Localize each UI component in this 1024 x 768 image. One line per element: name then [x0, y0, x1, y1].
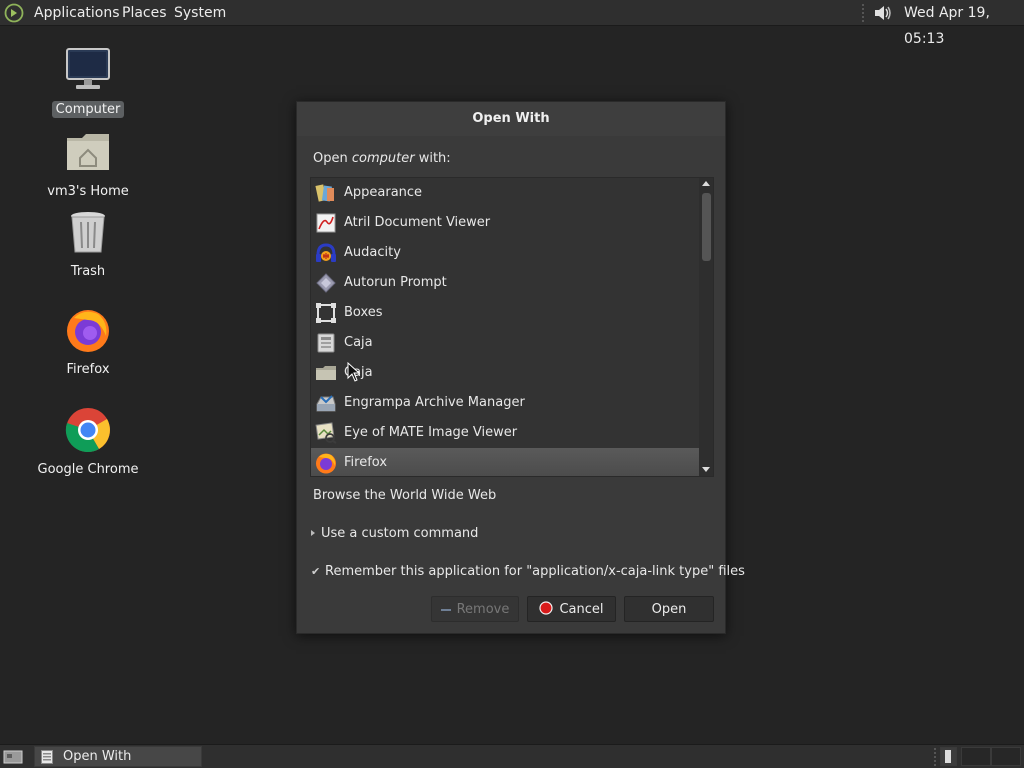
app-name: Eye of MATE Image Viewer: [344, 425, 518, 440]
volume-icon[interactable]: [872, 3, 894, 23]
custom-command-label: Use a custom command: [321, 526, 479, 541]
top-panel: Applications Places System Wed Apr 19, 0…: [0, 0, 1024, 47]
show-desktop-icon[interactable]: [3, 748, 23, 765]
app-name: Caja: [344, 335, 373, 350]
desktop-icon-computer[interactable]: Computer: [33, 46, 143, 118]
panel-separator: [862, 4, 864, 22]
remove-label: Remove: [456, 602, 510, 617]
clock[interactable]: Wed Apr 19, 05:13: [904, 0, 1024, 47]
workspace-2[interactable]: [961, 747, 991, 766]
app-row-autorun[interactable]: Autorun Prompt: [311, 268, 699, 298]
system-menu[interactable]: System: [174, 0, 226, 26]
app-name: Firefox: [344, 455, 388, 470]
places-menu[interactable]: Places: [122, 0, 167, 26]
custom-command-expander[interactable]: Use a custom command: [311, 526, 478, 541]
app-name: Engrampa Archive Manager: [344, 395, 525, 410]
workspace-3[interactable]: [991, 747, 1021, 766]
autorun-icon: [316, 273, 336, 293]
firefox-icon: [67, 310, 109, 352]
taskbar-item-open-with[interactable]: Open With: [34, 746, 202, 767]
desktop-icon-label: vm3's Home: [47, 184, 129, 199]
scroll-down-arrow-icon[interactable]: [702, 467, 710, 472]
applications-menu[interactable]: Applications: [34, 0, 120, 26]
checkmark-icon: ✔: [311, 565, 321, 578]
appearance-icon: [315, 184, 334, 202]
app-row-caja-folder[interactable]: Caja: [311, 358, 699, 388]
mouse-cursor-icon: [347, 362, 361, 382]
desktop-icon-label: Computer: [51, 101, 125, 118]
remember-label: Remember this application for "applicati…: [325, 564, 745, 579]
cancel-button[interactable]: Cancel: [527, 596, 616, 622]
folder-icon: [316, 366, 336, 380]
atril-icon: [316, 213, 336, 233]
app-row-atril[interactable]: Atril Document Viewer: [311, 208, 699, 238]
app-name: Audacity: [344, 245, 401, 260]
application-list[interactable]: Appearance Atril Document Viewer Audacit…: [310, 177, 714, 477]
boxes-icon: [316, 303, 336, 323]
desktop-icon-label: Firefox: [66, 362, 110, 377]
open-label: Open: [651, 602, 687, 617]
scrollbar-thumb[interactable]: [702, 193, 711, 261]
app-row-audacity[interactable]: Audacity: [311, 238, 699, 268]
mate-logo-icon[interactable]: [4, 3, 24, 23]
app-row-firefox[interactable]: Firefox: [311, 448, 699, 476]
app-name: Autorun Prompt: [344, 275, 447, 290]
app-row-caja[interactable]: Caja: [311, 328, 699, 358]
caja-icon: [317, 333, 335, 353]
prompt-suffix: with:: [414, 151, 451, 166]
app-description: Browse the World Wide Web: [313, 488, 497, 503]
app-row-boxes[interactable]: Boxes: [311, 298, 699, 328]
workspace-1[interactable]: [940, 747, 957, 766]
desktop-icon-home[interactable]: vm3's Home: [33, 128, 143, 200]
cancel-icon: [539, 601, 554, 615]
expander-arrow-icon: [311, 530, 315, 536]
open-with-prompt: Open computer with:: [313, 151, 451, 166]
scroll-up-arrow-icon[interactable]: [702, 181, 710, 186]
computer-icon: [66, 48, 110, 89]
cancel-label: Cancel: [559, 602, 604, 617]
list-scrollbar[interactable]: [699, 178, 713, 476]
desktop-icon-chrome[interactable]: Google Chrome: [33, 406, 143, 478]
remember-checkbox[interactable]: ✔ Remember this application for "applicat…: [311, 564, 745, 579]
prompt-object: computer: [351, 151, 415, 166]
workspace-window-preview: [945, 750, 951, 763]
image-viewer-icon: [315, 422, 337, 444]
desktop-icon-trash[interactable]: Trash: [33, 208, 143, 280]
firefox-icon: [316, 453, 336, 474]
bottom-panel: Open With: [0, 744, 1024, 768]
remove-button[interactable]: Remove: [431, 596, 519, 622]
app-row-engrampa[interactable]: Engrampa Archive Manager: [311, 388, 699, 418]
taskbar-item-label: Open With: [63, 749, 132, 764]
panel-separator: [934, 748, 936, 766]
audacity-icon: [316, 243, 336, 262]
app-name: Boxes: [344, 305, 383, 320]
app-name: Appearance: [344, 185, 423, 200]
archive-icon: [316, 395, 336, 412]
prompt-prefix: Open: [313, 151, 352, 166]
dialog-title: Open With: [297, 102, 725, 136]
app-name: Atril Document Viewer: [344, 215, 491, 230]
app-row-eye-of-mate[interactable]: Eye of MATE Image Viewer: [311, 418, 699, 448]
open-button[interactable]: Open: [624, 596, 714, 622]
desktop-icon-firefox[interactable]: Firefox: [33, 306, 143, 378]
trash-icon: [71, 212, 105, 253]
minus-icon: [440, 609, 451, 611]
desktop-icon-label: Google Chrome: [37, 462, 139, 477]
desktop-icon-label: Trash: [70, 264, 106, 279]
chrome-icon: [65, 408, 110, 453]
window-icon: [41, 750, 53, 764]
home-folder-icon: [67, 134, 109, 170]
app-row-appearance[interactable]: Appearance: [311, 178, 699, 208]
